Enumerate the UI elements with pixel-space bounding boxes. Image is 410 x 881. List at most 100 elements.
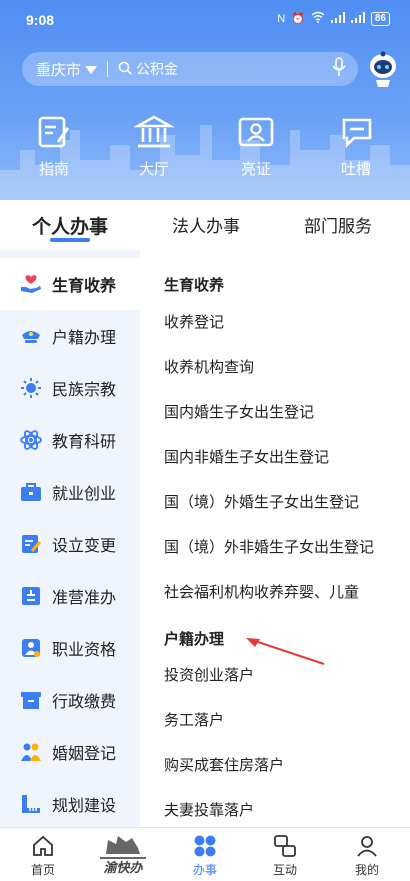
certificate-person-icon xyxy=(20,637,42,659)
service-tabs: 个人办事 法人办事 部门服务 xyxy=(0,200,410,250)
sidebar-item-marriage[interactable]: 婚姻登记 xyxy=(0,726,140,778)
sidebar-item-household[interactable]: 户籍办理 xyxy=(0,310,140,362)
nfc-icon: N xyxy=(277,12,286,25)
assistant-robot-icon[interactable] xyxy=(366,50,400,88)
nav-services[interactable]: 办事 xyxy=(170,834,240,878)
nav-label: 互动 xyxy=(272,863,297,877)
sidebar-label: 规划建设 xyxy=(52,798,117,815)
tab-department[interactable]: 部门服务 xyxy=(304,212,372,237)
service-item[interactable]: 购买成套住房落户 xyxy=(164,754,284,775)
permit-icon xyxy=(20,585,42,607)
ruler-icon xyxy=(20,793,42,815)
service-item[interactable]: 夫妻投靠落户 xyxy=(164,799,254,820)
service-item[interactable]: 收养机构查询 xyxy=(164,356,254,377)
microphone-icon[interactable] xyxy=(332,56,346,82)
search-bar[interactable]: 重庆市 公积金 xyxy=(22,52,358,86)
sidebar-item-admin-fees[interactable]: 行政缴费 xyxy=(0,674,140,726)
nav-interact[interactable]: 互动 xyxy=(250,834,320,878)
quick-link-label: 大厅 xyxy=(138,161,169,178)
sidebar-label: 婚姻登记 xyxy=(52,746,117,763)
home-icon xyxy=(31,834,55,858)
sidebar-label: 职业资格 xyxy=(52,642,117,659)
service-item[interactable]: 务工落户 xyxy=(164,709,224,730)
search-divider xyxy=(107,61,109,77)
sidebar-label: 户籍办理 xyxy=(52,330,117,347)
signal-icon xyxy=(330,11,345,26)
sidebar-item-planning[interactable]: 规划建设 xyxy=(0,778,140,830)
quick-link-show-id[interactable]: 亮证 xyxy=(218,112,294,179)
header-banner: 9:08 N ⏰ 86 重庆市 公积金 指南 大厅 亮证 吐槽 xyxy=(0,0,410,200)
sun-icon xyxy=(20,377,42,399)
search-placeholder: 公积金 xyxy=(136,61,179,77)
sidebar-label: 民族宗教 xyxy=(52,382,117,399)
quick-link-label: 吐槽 xyxy=(340,161,371,178)
category-sidebar: 生育收养 户籍办理 民族宗教 教育科研 就业创业 设立变更 准营准办 职业资格 … xyxy=(0,250,140,830)
wifi-icon xyxy=(311,11,325,26)
quick-link-guide[interactable]: 指南 xyxy=(16,112,92,179)
sidebar-label: 准营准办 xyxy=(52,590,117,607)
service-item[interactable]: 社会福利机构收养弃婴、儿童 xyxy=(164,581,359,602)
sidebar-label: 行政缴费 xyxy=(52,694,117,711)
signal-icon-2 xyxy=(350,11,365,26)
tab-legal-entity[interactable]: 法人办事 xyxy=(172,212,240,237)
service-item[interactable]: 国（境）外非婚生子女出生登记 xyxy=(164,536,374,557)
sidebar-item-operation-permit[interactable]: 准营准办 xyxy=(0,570,140,622)
fee-box-icon xyxy=(20,689,42,711)
status-bar: 9:08 N ⏰ 86 xyxy=(0,0,410,38)
tab-personal[interactable]: 个人办事 xyxy=(32,212,108,239)
city-label: 重庆市 xyxy=(36,61,82,79)
annotation-arrow xyxy=(246,638,325,665)
profile-icon xyxy=(355,834,379,858)
sidebar-item-qualification[interactable]: 职业资格 xyxy=(0,622,140,674)
nav-yukuaiban[interactable]: 渝快办 xyxy=(88,834,158,876)
sidebar-label: 生育收养 xyxy=(52,278,117,295)
alarm-icon: ⏰ xyxy=(291,13,305,25)
couple-icon xyxy=(20,741,42,763)
feedback-icon xyxy=(336,112,376,152)
nav-label: 首页 xyxy=(30,863,55,877)
service-item[interactable]: 国内非婚生子女出生登记 xyxy=(164,446,329,467)
quick-link-hall[interactable]: 大厅 xyxy=(116,112,192,179)
service-item[interactable]: 国（境）外婚生子女出生登记 xyxy=(164,491,359,512)
briefcase-icon xyxy=(20,481,42,503)
service-item[interactable]: 投资创业落户 xyxy=(164,664,254,685)
police-cap-icon xyxy=(20,325,42,347)
section-title: 户籍办理 xyxy=(164,631,225,648)
sidebar-label: 设立变更 xyxy=(52,538,117,555)
sidebar-item-education[interactable]: 教育科研 xyxy=(0,414,140,466)
sidebar-item-ethnic-religion[interactable]: 民族宗教 xyxy=(0,362,140,414)
atom-icon xyxy=(20,429,42,451)
sidebar-label: 就业创业 xyxy=(52,486,117,503)
search-input[interactable]: 公积金 xyxy=(118,59,332,79)
sidebar-item-birth-adoption[interactable]: 生育收养 xyxy=(0,258,140,310)
id-card-icon xyxy=(236,112,276,152)
hand-heart-icon xyxy=(20,273,42,295)
edit-document-icon xyxy=(20,533,42,555)
quick-link-label: 亮证 xyxy=(240,161,271,178)
nav-label: 办事 xyxy=(192,863,217,877)
quick-link-feedback[interactable]: 吐槽 xyxy=(318,112,394,179)
city-selector[interactable]: 重庆市 xyxy=(36,59,98,80)
nav-profile[interactable]: 我的 xyxy=(332,834,402,878)
sidebar-item-establish-change[interactable]: 设立变更 xyxy=(0,518,140,570)
service-item[interactable]: 收养登记 xyxy=(164,311,224,332)
service-item[interactable]: 国内婚生子女出生登记 xyxy=(164,401,314,422)
service-list: 生育收养 收养登记 收养机构查询 国内婚生子女出生登记 国内非婚生子女出生登记 … xyxy=(140,250,410,830)
services-grid-icon xyxy=(193,834,217,858)
search-icon xyxy=(118,61,132,78)
sidebar-label: 教育科研 xyxy=(52,434,117,451)
nav-home[interactable]: 首页 xyxy=(8,834,78,878)
caret-down-icon xyxy=(85,61,98,78)
bottom-navigation: 首页 渝快办 办事 互动 我的 xyxy=(0,827,410,881)
status-time: 9:08 xyxy=(26,12,55,28)
battery-indicator: 86 xyxy=(370,11,390,26)
sidebar-item-employment[interactable]: 就业创业 xyxy=(0,466,140,518)
hall-icon xyxy=(133,112,175,152)
active-tab-indicator xyxy=(50,238,90,242)
section-title: 生育收养 xyxy=(164,277,225,294)
guide-icon xyxy=(34,112,74,152)
interact-icon xyxy=(273,834,297,858)
nav-label: 渝快办 xyxy=(103,860,143,876)
nav-label: 我的 xyxy=(354,863,379,877)
yukuaiban-logo: 渝快办 xyxy=(98,834,148,876)
